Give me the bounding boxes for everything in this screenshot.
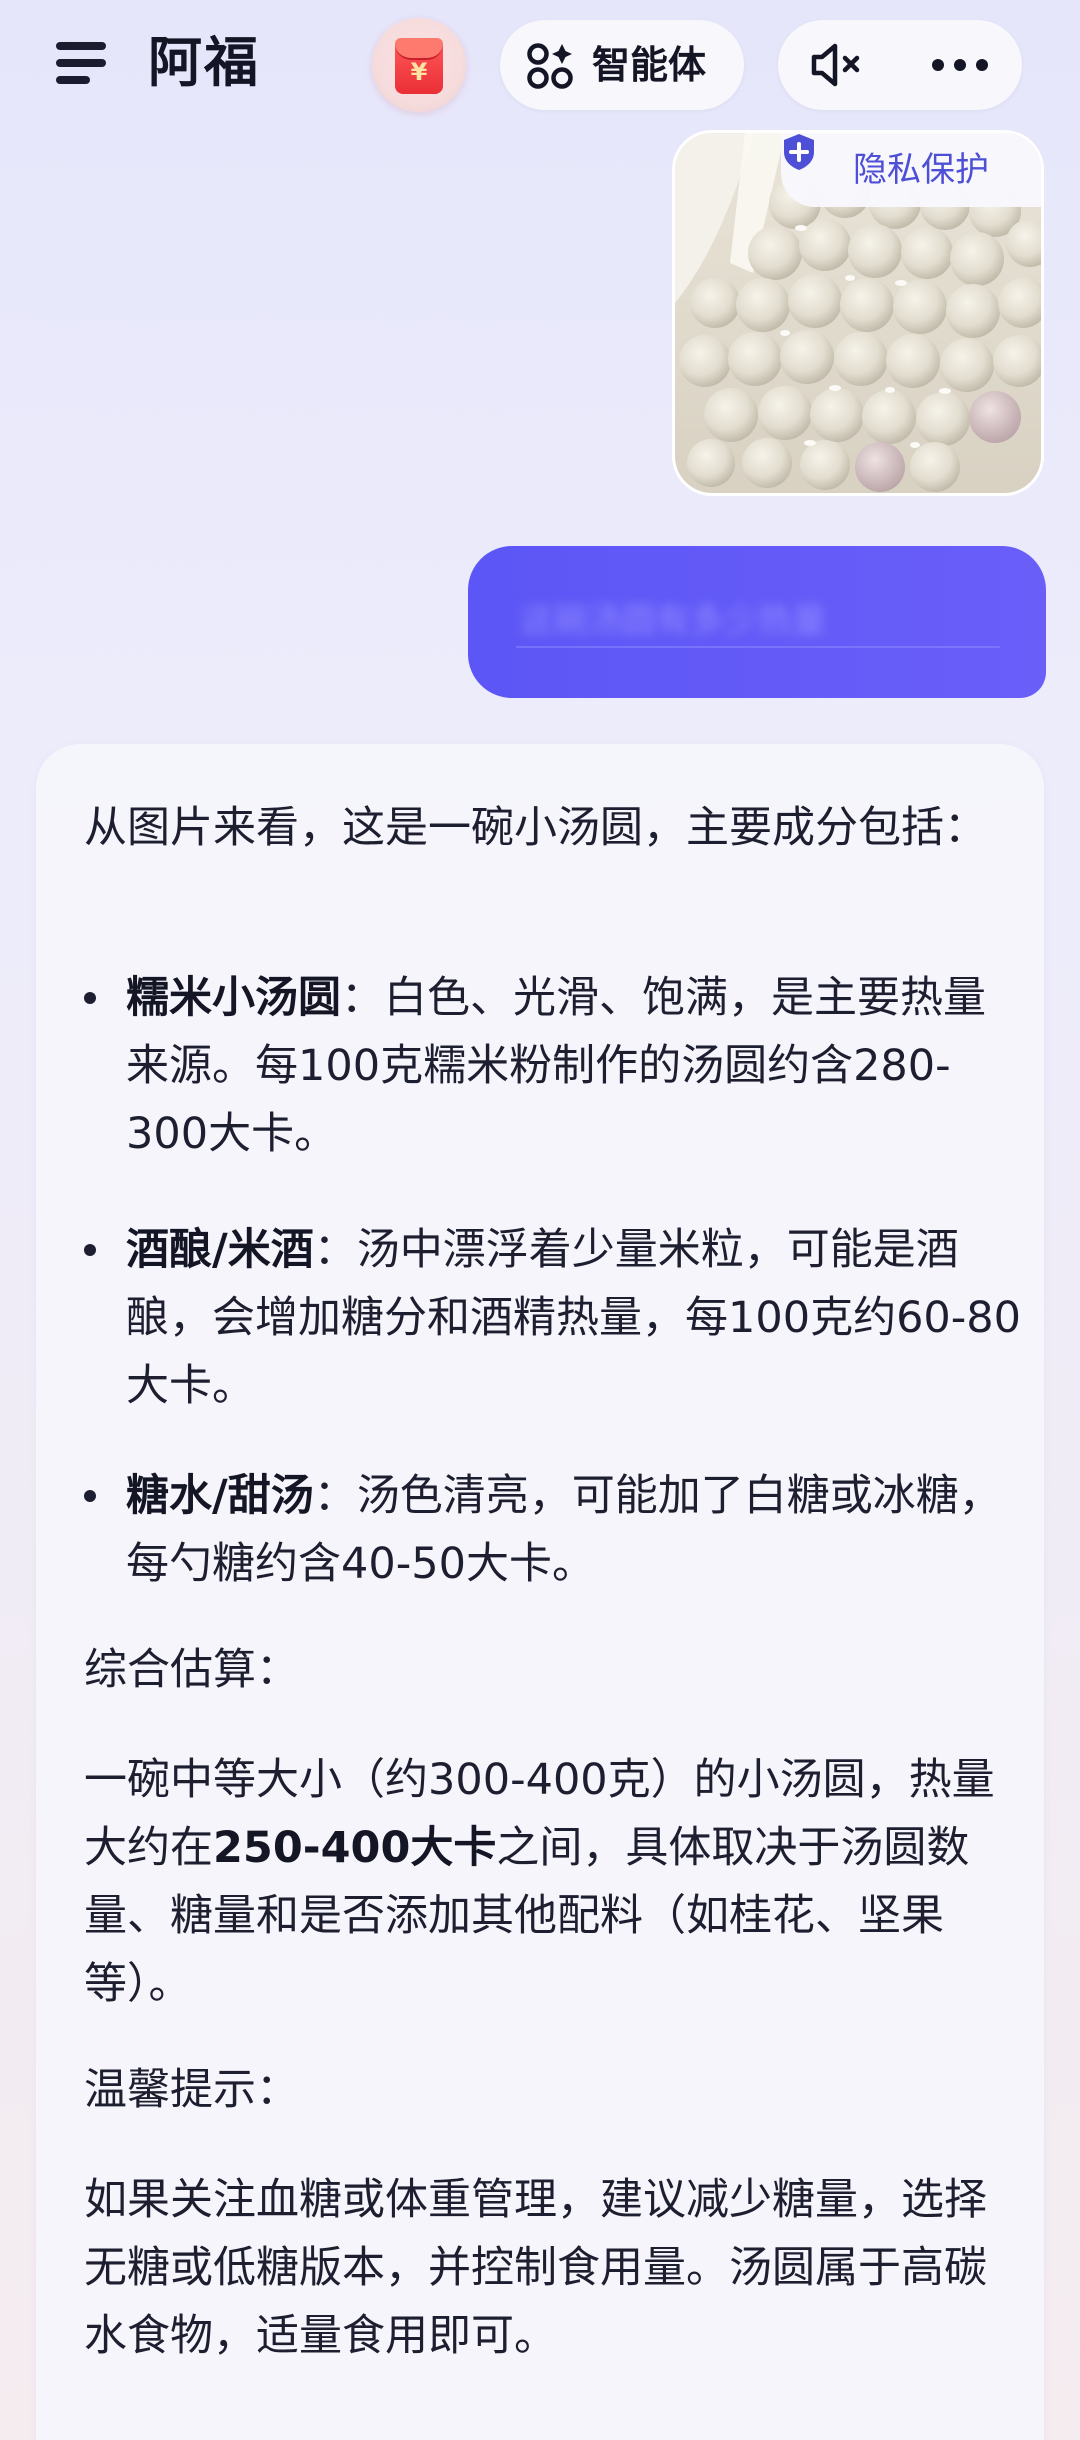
agent-button[interactable]: 智能体 bbox=[500, 20, 744, 110]
tip-paragraph: 如果关注血糖或体重管理，建议减少糖量，选择无糖或低糖版本，并控制食用量。汤圆属于… bbox=[84, 2175, 987, 2361]
assistant-name: 阿福 bbox=[148, 31, 260, 94]
red-packet-button[interactable]: ¥ bbox=[372, 18, 466, 112]
item-sep: ： bbox=[341, 973, 384, 1023]
user-message-bubble[interactable]: 这碗汤圆有多少热量 bbox=[468, 546, 1046, 698]
bullet-dot bbox=[84, 1490, 96, 1502]
more-dots-icon[interactable] bbox=[928, 39, 992, 91]
privacy-label: 隐私保护 bbox=[853, 150, 989, 190]
summary-heading: 综合估算： bbox=[84, 1645, 299, 1695]
speaker-mute-icon[interactable] bbox=[808, 39, 864, 91]
assistant-answer-card: 从图片来看，这是一碗小汤圆，主要成分包括： 糯米小汤圆：白色、光滑、饱满，是主要… bbox=[36, 744, 1044, 2440]
item-sep: ： bbox=[313, 1225, 357, 1275]
menu-icon[interactable] bbox=[56, 38, 112, 88]
privacy-badge[interactable]: 隐私保护 bbox=[781, 133, 1041, 207]
item-title: 酒酿/米酒 bbox=[126, 1225, 314, 1275]
item-title: 糯米小汤圆 bbox=[126, 973, 341, 1023]
summary-calorie-range: 250-400大卡 bbox=[213, 1823, 497, 1873]
user-message-text: 这碗汤圆有多少热量 bbox=[520, 601, 826, 641]
agent-label: 智能体 bbox=[592, 43, 707, 87]
action-pill bbox=[778, 20, 1022, 110]
bullet-dot bbox=[84, 1244, 96, 1256]
user-message-underline bbox=[516, 646, 1000, 648]
user-photo[interactable]: 隐私保护 bbox=[672, 130, 1044, 496]
item-sep: ： bbox=[313, 1471, 357, 1521]
summary-paragraph: 一碗中等大小（约300-400克）的小汤圆，热量大约在250-400大卡之间，具… bbox=[84, 1746, 1024, 2018]
top-bar: 阿福 ¥ 智能体 bbox=[0, 0, 1080, 130]
shield-icon bbox=[784, 134, 814, 170]
red-packet-symbol: ¥ bbox=[410, 58, 428, 86]
agent-grid-icon bbox=[527, 43, 573, 89]
red-packet-icon: ¥ bbox=[395, 38, 443, 94]
tip-heading: 温馨提示： bbox=[84, 2065, 299, 2115]
answer-item-2: 酒酿/米酒：汤中漂浮着少量米粒，可能是酒酿，会增加糖分和酒精热量，每100克约6… bbox=[126, 1216, 1026, 1420]
bullet-dot bbox=[84, 992, 96, 1004]
answer-item-1: 糯米小汤圆：白色、光滑、饱满，是主要热量来源。每100克糯米粉制作的汤圆约含28… bbox=[126, 964, 1026, 1168]
answer-intro: 从图片来看，这是一碗小汤圆，主要成分包括： bbox=[84, 803, 987, 853]
answer-item-3: 糖水/甜汤：汤色清亮，可能加了白糖或冰糖，每勺糖约含40-50大卡。 bbox=[126, 1462, 1026, 1598]
item-title: 糖水/甜汤 bbox=[126, 1471, 314, 1521]
